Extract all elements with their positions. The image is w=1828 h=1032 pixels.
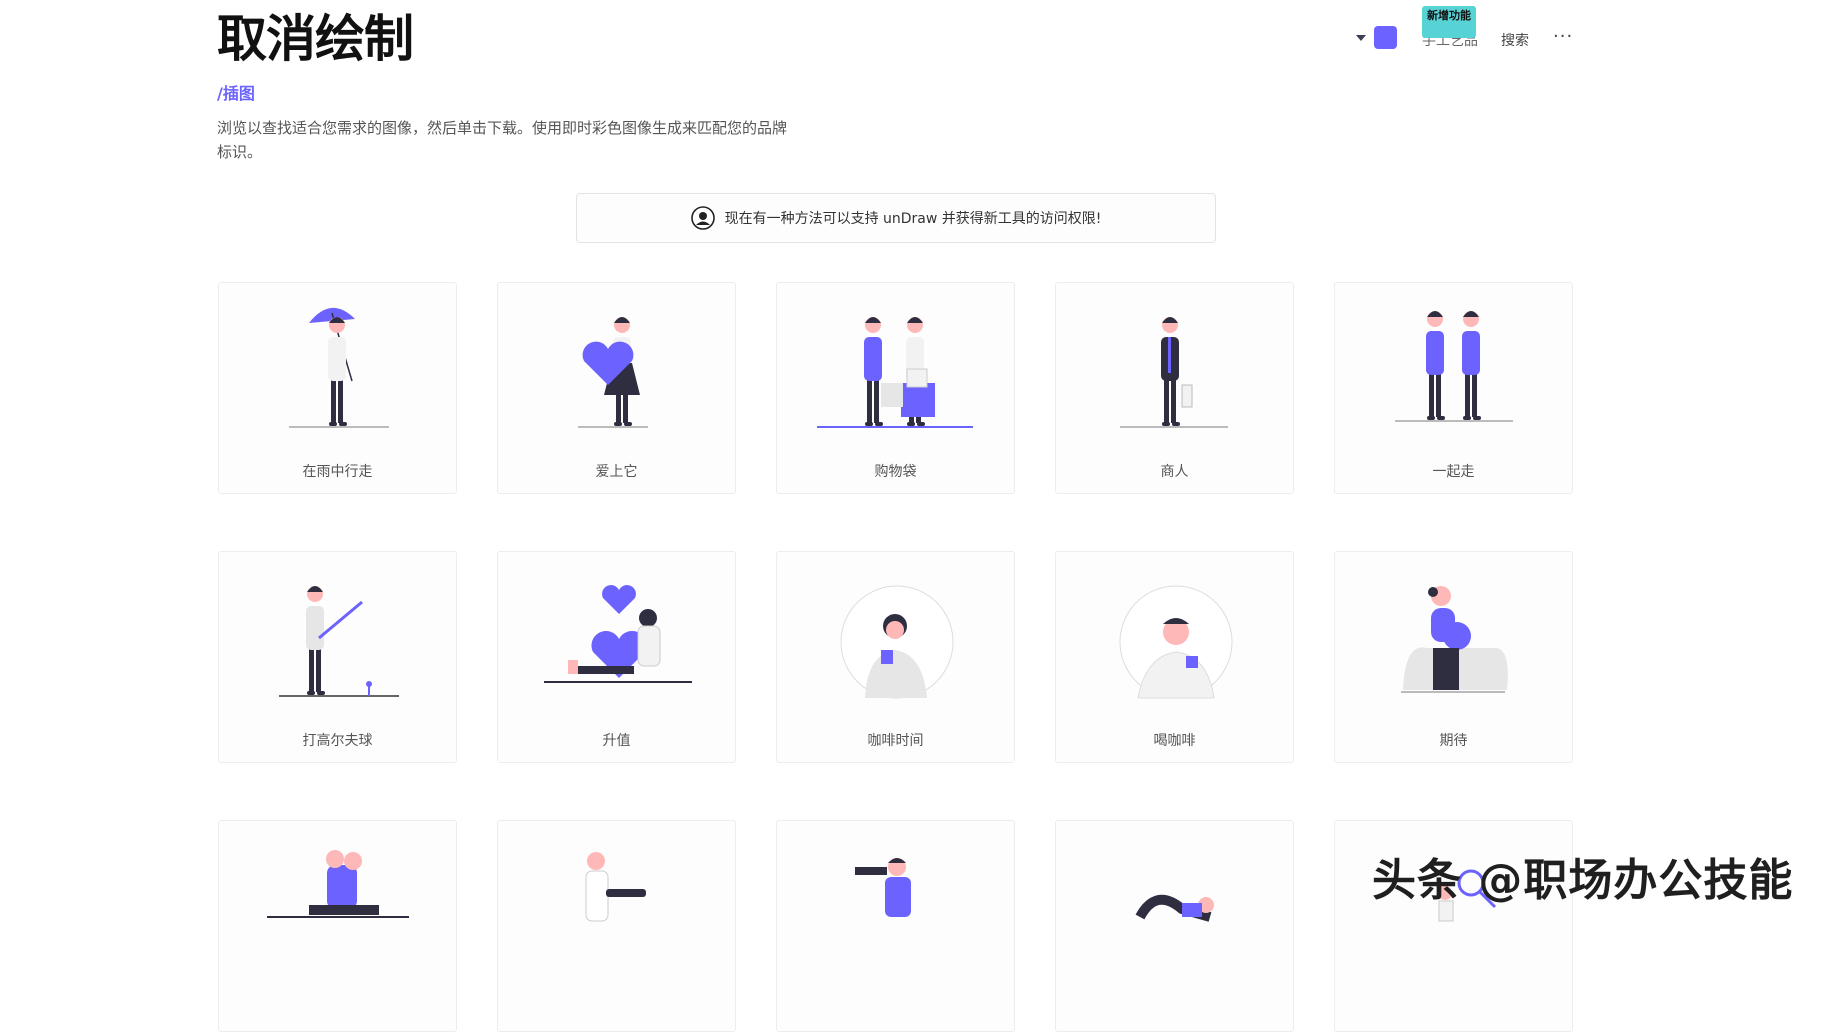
coffee-time-illustration [840,585,954,699]
support-banner[interactable]: 现在有一种方法可以支持 unDraw 并获得新工具的访问权限! [576,193,1216,243]
illustration-label: 期待 [1439,733,1468,749]
shopping-bags-illustration [817,317,973,428]
illustration-label: 喝咖啡 [1153,733,1196,749]
illustration-card[interactable]: 喝咖啡 [1055,551,1294,763]
yoga-illustration [1135,894,1214,922]
illustration-card[interactable]: 期待 [1334,551,1573,763]
illustration-card[interactable]: 购物袋 [776,282,1015,494]
illustration-label: 咖啡时间 [867,733,924,749]
nav-search-link[interactable]: 搜索 [1501,30,1529,50]
expecting-illustration [1401,586,1508,693]
illustration-label: 爱上它 [595,464,638,480]
illustration-card[interactable] [1055,820,1294,1032]
more-menu-icon[interactable]: ··· [1553,26,1573,47]
illustration-label: 商人 [1160,464,1189,480]
chevron-down-icon[interactable] [1356,35,1366,41]
illustration-card[interactable] [776,820,1015,1032]
illustration-card[interactable]: 在雨中行走 [218,282,457,494]
drinking-coffee-illustration [1119,585,1233,699]
photographer-illustration [855,858,911,917]
illustration-card[interactable]: 打高尔夫球 [218,551,457,763]
doctor-illustration [585,852,646,922]
illustration-card[interactable]: 咖啡时间 [776,551,1015,763]
appreciation-illustration [544,585,692,683]
walking-in-rain-illustration [289,307,389,428]
illustration-card[interactable] [218,820,457,1032]
illustration-card[interactable]: 一起走 [1334,282,1573,494]
illustration-card[interactable]: 升值 [497,551,736,763]
illustration-label: 升值 [602,733,631,749]
page-title: 取消绘制 [217,10,414,68]
page-description: 浏览以查找适合您需求的图像，然后单击下载。使用即时彩色图像生成来匹配您的品牌标识… [217,119,788,161]
new-feature-badge: 新增功能 [1422,6,1476,38]
golf-illustration [279,586,399,697]
breadcrumb[interactable]: /插图 [217,80,255,104]
illustration-card[interactable]: 商人 [1055,282,1294,494]
illustration-label: 一起走 [1432,464,1475,480]
sitting-back-to-back-illustration [267,850,409,918]
love-it-illustration [578,317,648,428]
businessman-illustration [1120,317,1228,428]
illustration-label: 在雨中行走 [302,464,373,480]
banner-text: 现在有一种方法可以支持 unDraw 并获得新工具的访问权限! [724,211,1102,227]
illustration-card[interactable]: 爱上它 [497,282,736,494]
walking-together-illustration [1395,311,1513,422]
illustration-label: 打高尔夫球 [302,733,373,749]
avatar-icon [690,206,715,230]
illustration-card[interactable] [497,820,736,1032]
watermark: 头条 @职场办公技能 [1372,855,1794,906]
color-picker-swatch[interactable] [1374,26,1397,49]
illustration-label: 购物袋 [874,464,917,480]
